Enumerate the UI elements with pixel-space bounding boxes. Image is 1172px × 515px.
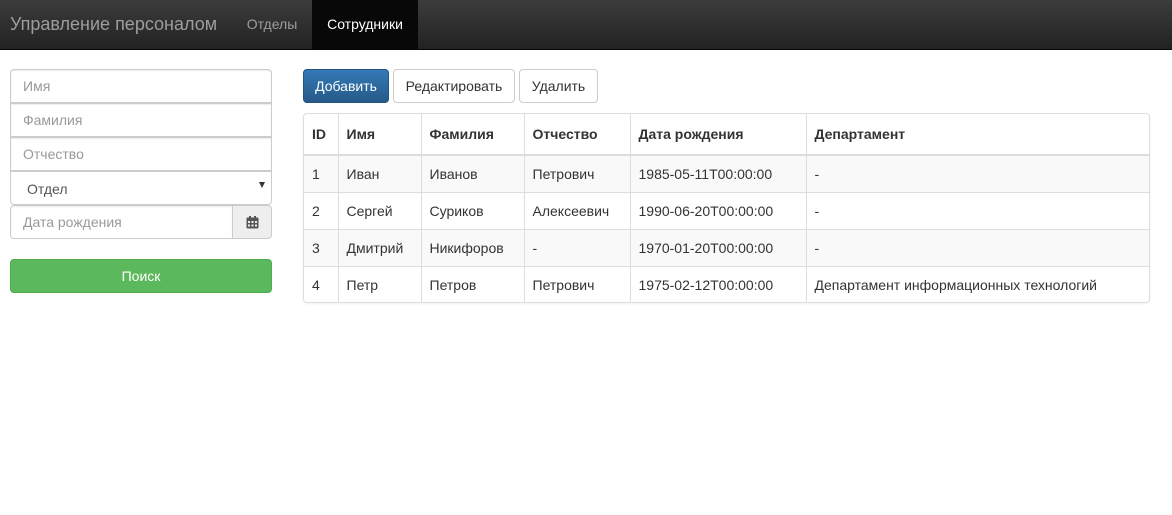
cell-id: 2: [304, 192, 339, 230]
department-select[interactable]: Отдел: [10, 171, 272, 205]
calendar-button[interactable]: [232, 205, 272, 239]
table-row[interactable]: 2 Сергей Суриков Алексеевич 1990-06-20T0…: [304, 192, 1149, 230]
nav-item-employees[interactable]: Сотрудники: [312, 0, 418, 49]
table-row[interactable]: 3 Дмитрий Никифоров - 1970-01-20T00:00:0…: [304, 229, 1149, 267]
first-name-input[interactable]: [10, 69, 272, 103]
cell-birth-date: 1970-01-20T00:00:00: [630, 229, 807, 267]
cell-first-name: Петр: [338, 266, 422, 302]
calendar-icon: [246, 216, 259, 229]
column-header-middle-name[interactable]: Отчество: [524, 114, 631, 156]
table-row[interactable]: 4 Петр Петров Петрович 1975-02-12T00:00:…: [304, 266, 1149, 302]
column-header-first-name[interactable]: Имя: [338, 114, 422, 156]
cell-id: 3: [304, 229, 339, 267]
cell-first-name: Сергей: [338, 192, 422, 230]
cell-middle-name: Петрович: [524, 266, 631, 302]
delete-button[interactable]: Удалить: [519, 69, 598, 103]
cell-last-name: Петров: [421, 266, 525, 302]
column-header-department[interactable]: Департамент: [806, 114, 1149, 156]
column-header-birth-date[interactable]: Дата рождения: [630, 114, 807, 156]
cell-department: -: [806, 229, 1149, 267]
cell-department: -: [806, 155, 1149, 193]
cell-id: 1: [304, 155, 339, 193]
cell-first-name: Дмитрий: [338, 229, 422, 267]
cell-birth-date: 1990-06-20T00:00:00: [630, 192, 807, 230]
cell-middle-name: Петрович: [524, 155, 631, 193]
cell-birth-date: 1975-02-12T00:00:00: [630, 266, 807, 302]
column-header-last-name[interactable]: Фамилия: [421, 114, 525, 156]
birth-date-input[interactable]: [10, 205, 233, 239]
cell-id: 4: [304, 266, 339, 302]
cell-middle-name: -: [524, 229, 631, 267]
employees-table: ID Имя Фамилия Отчество Дата рождения Де…: [303, 113, 1150, 303]
cell-department: Департамент информационных технологий: [806, 266, 1149, 302]
search-button[interactable]: Поиск: [10, 259, 272, 293]
top-navbar: Управление персоналом Отделы Сотрудники: [0, 0, 1172, 50]
cell-first-name: Иван: [338, 155, 422, 193]
cell-department: -: [806, 192, 1149, 230]
middle-name-input[interactable]: [10, 137, 272, 171]
cell-middle-name: Алексеевич: [524, 192, 631, 230]
add-button[interactable]: Добавить: [303, 69, 389, 103]
column-header-id[interactable]: ID: [304, 114, 339, 156]
cell-birth-date: 1985-05-11T00:00:00: [630, 155, 807, 193]
edit-button[interactable]: Редактировать: [393, 69, 515, 103]
table-row[interactable]: 1 Иван Иванов Петрович 1985-05-11T00:00:…: [304, 155, 1149, 193]
cell-last-name: Иванов: [421, 155, 525, 193]
cell-last-name: Суриков: [421, 192, 525, 230]
department-select-value: Отдел: [27, 181, 68, 197]
cell-last-name: Никифоров: [421, 229, 525, 267]
table-header-row: ID Имя Фамилия Отчество Дата рождения Де…: [304, 114, 1149, 156]
nav-item-departments[interactable]: Отделы: [232, 0, 312, 49]
app-brand[interactable]: Управление персоналом: [10, 13, 217, 35]
last-name-input[interactable]: [10, 103, 272, 137]
caret-down-icon: [259, 182, 265, 188]
